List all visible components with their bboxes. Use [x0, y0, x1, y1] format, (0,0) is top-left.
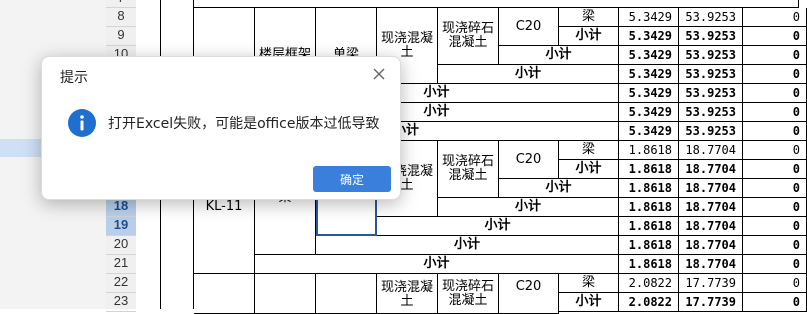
- value-cell[interactable]: 5.3429: [619, 84, 679, 103]
- merged-cell[interactable]: 现浇混凝土: [377, 274, 438, 314]
- grid-cell[interactable]: [194, 0, 799, 8]
- row-header-selected[interactable]: 18: [106, 198, 136, 217]
- close-icon[interactable]: [370, 65, 388, 83]
- value-cell[interactable]: 5.3429: [619, 122, 679, 141]
- subtotal-cell[interactable]: 小计: [559, 27, 619, 46]
- value-cell[interactable]: 1.8618: [619, 236, 679, 255]
- value-cell[interactable]: 18.7704: [679, 255, 743, 274]
- value-cell[interactable]: 0: [743, 8, 807, 27]
- row-header[interactable]: 7: [106, 0, 136, 8]
- row-header[interactable]: 22: [106, 274, 136, 293]
- value-cell[interactable]: 17.7739: [679, 293, 743, 312]
- dialog-title: 提示: [60, 70, 88, 86]
- value-cell[interactable]: 0: [743, 141, 807, 160]
- subtotal-cell[interactable]: 小计: [438, 198, 619, 217]
- value-cell[interactable]: 0: [743, 179, 807, 198]
- value-cell[interactable]: 53.9253: [679, 65, 743, 84]
- value-cell[interactable]: 0: [743, 217, 807, 236]
- value-cell[interactable]: 53.9253: [679, 84, 743, 103]
- subtotal-cell[interactable]: 小计: [255, 255, 619, 274]
- value-cell[interactable]: 1.8618: [619, 160, 679, 179]
- grid-cell[interactable]: [316, 274, 377, 314]
- grid-cell[interactable]: C20: [499, 141, 559, 179]
- value-cell[interactable]: 18.7704: [679, 217, 743, 236]
- dialog-message: 打开Excel失败，可能是office版本过低导致: [108, 116, 380, 132]
- value-cell[interactable]: 5.3429: [619, 46, 679, 65]
- value-cell[interactable]: 5.3429: [619, 65, 679, 84]
- value-cell[interactable]: 0: [743, 198, 807, 217]
- value-cell[interactable]: 2.0822: [619, 274, 679, 293]
- row-header[interactable]: 20: [106, 236, 136, 255]
- grid-cell[interactable]: C20: [499, 8, 559, 46]
- subtotal-cell[interactable]: 小计: [316, 236, 619, 255]
- row-header-selected[interactable]: 19: [106, 217, 136, 236]
- value-cell[interactable]: 0: [743, 122, 807, 141]
- row-header[interactable]: 23: [106, 293, 136, 312]
- value-cell[interactable]: 0: [743, 160, 807, 179]
- grid-cell[interactable]: 梁: [559, 8, 619, 27]
- value-cell[interactable]: 0: [743, 274, 807, 293]
- subtotal-cell[interactable]: 小计: [559, 293, 619, 312]
- value-cell[interactable]: 0: [743, 27, 807, 46]
- grid-cell[interactable]: [194, 274, 255, 314]
- value-cell[interactable]: 1.8618: [619, 255, 679, 274]
- value-cell[interactable]: 0: [743, 103, 807, 122]
- value-cell[interactable]: 0: [743, 65, 807, 84]
- value-cell[interactable]: 18.7704: [679, 160, 743, 179]
- merged-cell[interactable]: 现浇碎石混凝土: [438, 141, 499, 198]
- value-cell[interactable]: 53.9253: [679, 8, 743, 27]
- value-cell[interactable]: 18.7704: [679, 179, 743, 198]
- grid-cell[interactable]: 梁: [559, 274, 619, 293]
- value-cell[interactable]: 1.8618: [619, 217, 679, 236]
- confirm-button[interactable]: 确定: [313, 166, 391, 192]
- value-cell[interactable]: 53.9253: [679, 122, 743, 141]
- subtotal-cell[interactable]: 小计: [499, 46, 619, 65]
- value-cell[interactable]: 1.8618: [619, 198, 679, 217]
- value-cell[interactable]: 0: [743, 46, 807, 65]
- grid-cell[interactable]: 梁: [559, 141, 619, 160]
- value-cell[interactable]: 53.9253: [679, 27, 743, 46]
- value-cell[interactable]: 18.7704: [679, 236, 743, 255]
- subtotal-cell[interactable]: 小计: [438, 65, 619, 84]
- value-cell[interactable]: 2.0822: [619, 293, 679, 312]
- value-cell[interactable]: 17.7739: [679, 274, 743, 293]
- value-cell[interactable]: 0: [743, 255, 807, 274]
- value-cell[interactable]: 18.7704: [679, 198, 743, 217]
- value-cell[interactable]: 0: [743, 84, 807, 103]
- grid-cell[interactable]: C20: [499, 274, 559, 314]
- subtotal-cell[interactable]: 小计: [377, 217, 619, 236]
- value-cell[interactable]: 5.3429: [619, 103, 679, 122]
- value-cell[interactable]: 18.7704: [679, 141, 743, 160]
- alert-dialog: 提示 打开Excel失败，可能是office版本过低导致 确定: [41, 56, 401, 200]
- info-icon: [68, 109, 96, 137]
- value-cell[interactable]: 53.9253: [679, 103, 743, 122]
- row-header[interactable]: 8: [106, 8, 136, 27]
- value-cell[interactable]: 5.3429: [619, 8, 679, 27]
- grid-cell[interactable]: [255, 274, 316, 314]
- value-cell[interactable]: 1.8618: [619, 141, 679, 160]
- value-cell[interactable]: 0: [743, 293, 807, 312]
- merged-cell[interactable]: 现浇碎石混凝土: [438, 274, 499, 314]
- value-cell[interactable]: 0: [743, 236, 807, 255]
- value-cell[interactable]: 1.8618: [619, 179, 679, 198]
- subtotal-cell[interactable]: 小计: [559, 160, 619, 179]
- row-header[interactable]: 21: [106, 255, 136, 274]
- value-cell[interactable]: 53.9253: [679, 46, 743, 65]
- value-cell[interactable]: 5.3429: [619, 27, 679, 46]
- row-header[interactable]: 9: [106, 27, 136, 46]
- merged-cell[interactable]: 现浇碎石混凝土: [438, 8, 499, 65]
- subtotal-cell[interactable]: 小计: [499, 179, 619, 198]
